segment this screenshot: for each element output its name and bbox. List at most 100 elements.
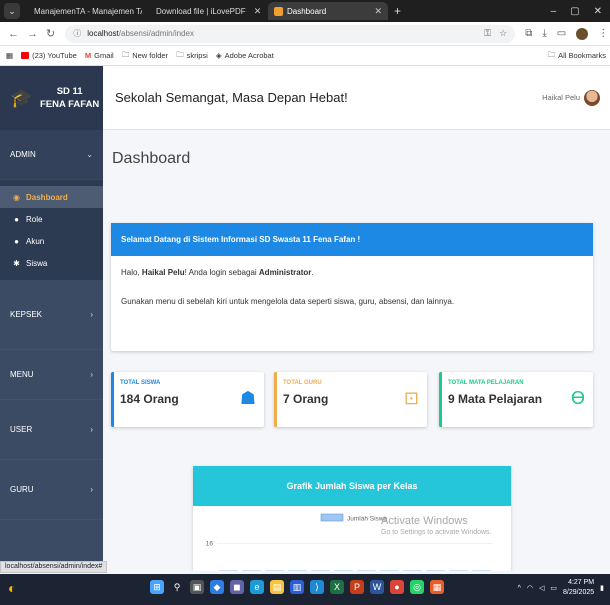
excel-icon[interactable]: X bbox=[330, 580, 344, 594]
browser-tab-2[interactable]: Dashboard ✕ bbox=[268, 2, 388, 20]
search-icon[interactable]: ⚲ bbox=[170, 580, 184, 594]
browser-tab-1[interactable]: Download file | iLovePDF ✕ bbox=[146, 2, 264, 20]
stat-card-guru: TOTAL GURU 7 Orang ⊡ bbox=[274, 372, 427, 427]
tab-favicon bbox=[274, 6, 283, 16]
volume-icon[interactable]: ◁ bbox=[539, 584, 544, 592]
stat-label: TOTAL GURU bbox=[283, 380, 322, 386]
windows-taskbar: ◐ ⊞ ⚲ ▣ ◆ ◼ e ▤ ▥ ⟩ X P W ● ◎ ▦ ^ ◠ ◁ ▭ … bbox=[0, 574, 610, 605]
app-icon[interactable]: ▦ bbox=[430, 580, 444, 594]
chat-icon[interactable]: ◼ bbox=[230, 580, 244, 594]
page-title: Dashboard bbox=[112, 150, 191, 167]
stat-card-siswa: TOTAL SISWA 184 Orang ☗ bbox=[111, 372, 264, 427]
star-icon[interactable]: ☆ bbox=[499, 28, 507, 39]
sidebar-item-siswa[interactable]: ✱ Siswa bbox=[0, 252, 103, 274]
graduation-cap-icon: 🎓 bbox=[10, 88, 33, 108]
teacher-icon: ⊡ bbox=[403, 388, 419, 408]
close-window-icon[interactable]: ✕ bbox=[594, 6, 602, 17]
minimize-icon[interactable]: – bbox=[551, 6, 557, 17]
sidebar-item-akun[interactable]: ● Akun bbox=[0, 230, 103, 252]
youtube-icon bbox=[21, 52, 30, 59]
chart-title: Grafik Jumlah Siswa per Kelas bbox=[193, 466, 511, 506]
new-tab-button[interactable]: + bbox=[394, 4, 401, 18]
key-icon[interactable]: ⚿ bbox=[484, 28, 491, 39]
welcome-info: Gunakan menu di sebelah kiri untuk menge… bbox=[121, 297, 455, 306]
clock[interactable]: 4:27 PM 8/29/2025 bbox=[563, 578, 594, 598]
profile-avatar[interactable] bbox=[576, 27, 589, 40]
chevron-right-icon: › bbox=[90, 425, 93, 434]
folder-icon: 🗀 bbox=[121, 50, 130, 59]
task-view-icon[interactable]: ▣ bbox=[190, 580, 204, 594]
address-bar: ← → ↻ ⓘ localhost/absensi/admin/index ⚿ … bbox=[0, 22, 610, 46]
weather-icon[interactable]: ◐ bbox=[8, 580, 32, 600]
url-input[interactable]: ⓘ localhost/absensi/admin/index ⚿ ☆ bbox=[65, 24, 516, 43]
sidebar-section-admin[interactable]: ADMIN ⌄ bbox=[0, 130, 103, 180]
sidebar-item-role[interactable]: ● Role bbox=[0, 208, 103, 230]
sidebar-item-dashboard[interactable]: ◉ Dashboard bbox=[0, 186, 103, 208]
file-explorer-icon[interactable]: ▤ bbox=[270, 580, 284, 594]
bookmark-youtube[interactable]: (23) YouTube bbox=[21, 51, 77, 60]
forward-icon[interactable]: → bbox=[27, 28, 38, 40]
status-url: localhost/absensi/admin/index# bbox=[0, 561, 108, 573]
subject-icon: ϴ bbox=[570, 388, 585, 408]
maximize-icon[interactable]: ▢ bbox=[570, 6, 579, 17]
stat-label: TOTAL SISWA bbox=[120, 380, 161, 386]
start-icon[interactable]: ⊞ bbox=[150, 580, 164, 594]
chevron-up-icon[interactable]: ^ bbox=[518, 585, 521, 592]
reload-icon[interactable]: ↻ bbox=[46, 27, 55, 40]
avatar bbox=[584, 89, 600, 106]
apps-grid-icon[interactable]: ▦ bbox=[6, 51, 13, 60]
chevron-right-icon: › bbox=[90, 310, 93, 319]
powerpoint-icon[interactable]: P bbox=[350, 580, 364, 594]
welcome-card: Selamat Datang di Sistem Informasi SD Sw… bbox=[111, 223, 593, 351]
site-info-icon[interactable]: ⓘ bbox=[73, 28, 81, 39]
chevron-down-icon: ⌄ bbox=[86, 150, 93, 159]
bookmark-skripsi[interactable]: 🗀 skripsi bbox=[176, 49, 208, 62]
battery-icon[interactable]: ▭ bbox=[550, 584, 557, 592]
sidebar-section-kepsek[interactable]: KEPSEK › bbox=[0, 280, 103, 350]
window-controls: – ▢ ✕ bbox=[551, 6, 610, 17]
graduate-icon: ☗ bbox=[239, 388, 256, 408]
activate-windows-watermark: Activate Windows Go to Settings to activ… bbox=[381, 515, 492, 536]
folder-icon: 🗀 bbox=[547, 50, 556, 59]
bookmark-new-folder[interactable]: 🗀 New folder bbox=[122, 49, 168, 62]
bookmark-gmail[interactable]: M Gmail bbox=[85, 51, 114, 60]
chrome-icon[interactable]: ● bbox=[390, 580, 404, 594]
sidebar-section-menu[interactable]: MENU › bbox=[0, 350, 103, 400]
sidebar-section-user[interactable]: USER › bbox=[0, 400, 103, 460]
browser-tab-0[interactable]: ManajemenTA - Manajemen TA ✕ bbox=[24, 2, 142, 20]
copilot-icon[interactable]: ◆ bbox=[210, 580, 224, 594]
bookmark-adobe[interactable]: ◈ Adobe Acrobat bbox=[216, 51, 274, 60]
school-tagline: Sekolah Semangat, Masa Depan Hebat! bbox=[115, 90, 348, 105]
edge-icon[interactable]: e bbox=[250, 580, 264, 594]
close-icon[interactable]: ✕ bbox=[246, 6, 262, 17]
close-icon[interactable]: ✕ bbox=[366, 6, 382, 17]
sidebar-section-guru[interactable]: GURU › bbox=[0, 460, 103, 520]
menu-dots-icon[interactable]: ⋮ bbox=[598, 28, 608, 39]
user-menu[interactable]: Haikal Pelu bbox=[542, 89, 600, 106]
gmail-icon: M bbox=[84, 51, 92, 60]
back-icon[interactable]: ← bbox=[8, 28, 19, 40]
adobe-icon: ◈ bbox=[215, 51, 222, 60]
vscode-icon[interactable]: ⟩ bbox=[310, 580, 324, 594]
stat-value: 184 Orang bbox=[120, 392, 179, 406]
user-icon: ● bbox=[14, 236, 19, 246]
tab-search-button[interactable]: ⌄ bbox=[4, 3, 20, 19]
folder-icon: 🗀 bbox=[176, 50, 184, 59]
dashboard-icon: ◉ bbox=[13, 192, 20, 202]
all-bookmarks[interactable]: 🗀 All Bookmarks bbox=[548, 49, 610, 62]
brand[interactable]: 🎓 SD 11 FENA FAFAN bbox=[0, 66, 103, 130]
notification-icon[interactable]: ▮ bbox=[600, 584, 604, 592]
word-icon[interactable]: W bbox=[370, 580, 384, 594]
wifi-icon[interactable]: ◠ bbox=[527, 584, 533, 592]
whatsapp-icon[interactable]: ◎ bbox=[410, 580, 424, 594]
welcome-greeting: Halo, Haikal Pelu! Anda login sebagai Ad… bbox=[121, 268, 314, 277]
main-content: Dashboard Selamat Datang di Sistem Infor… bbox=[103, 130, 610, 571]
extensions-icon[interactable]: ⧉ bbox=[525, 28, 532, 39]
chevron-right-icon: › bbox=[90, 370, 93, 379]
download-icon[interactable]: ⤓ bbox=[542, 28, 546, 39]
legend-swatch bbox=[320, 513, 344, 522]
app-topbar: Sekolah Semangat, Masa Depan Hebat! Haik… bbox=[103, 66, 610, 130]
store-icon[interactable]: ▥ bbox=[290, 580, 304, 594]
split-icon[interactable]: ▭ bbox=[557, 28, 566, 39]
brand-line2: FENA FAFAN bbox=[40, 99, 100, 110]
